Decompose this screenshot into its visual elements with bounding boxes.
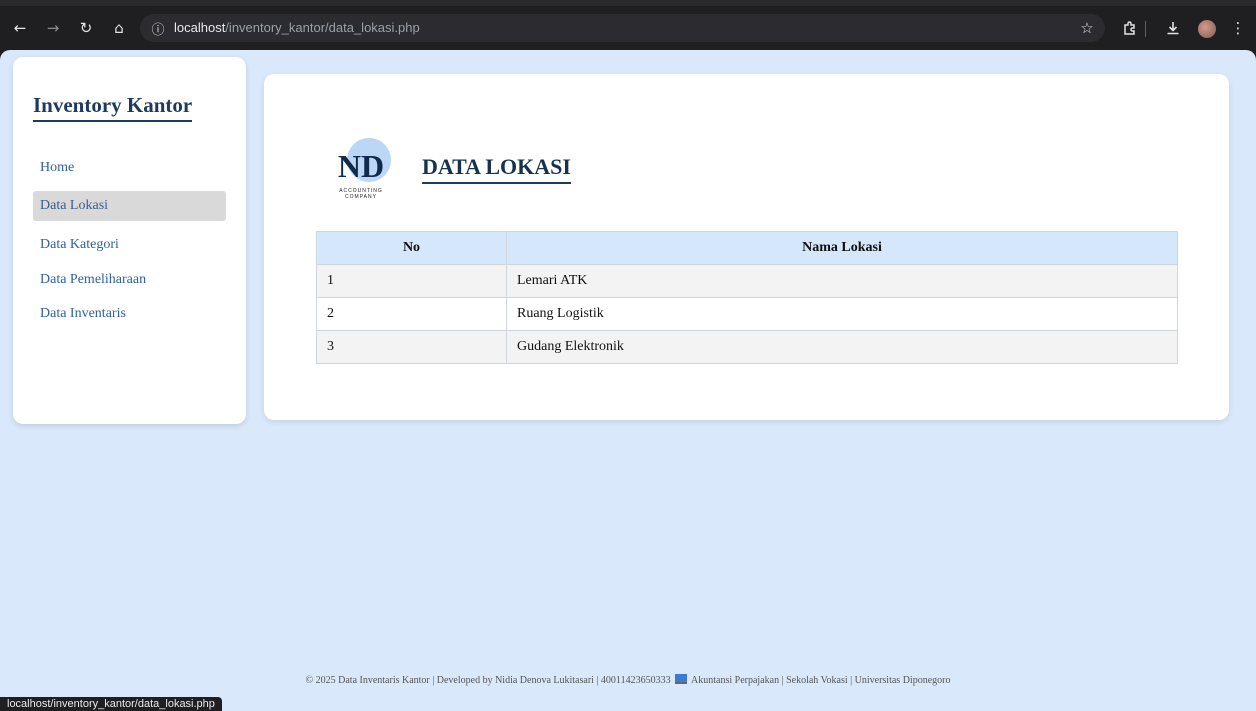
sidebar-brand: Inventory Kantor [33, 93, 193, 122]
table-row: 1 Lemari ATK [316, 264, 1178, 298]
company-logo: ND ACCOUNTING COMPANY [338, 138, 391, 200]
back-icon[interactable]: ← [10, 18, 30, 38]
home-icon[interactable]: ⌂ [109, 18, 129, 38]
sidebar-item-data-kategori[interactable]: Data Kategori [33, 230, 226, 260]
menu-icon[interactable]: ⋮ [1228, 18, 1248, 38]
page-viewport: Inventory Kantor Home Data Lokasi Data K… [0, 50, 1256, 711]
table-cell-no: 3 [316, 330, 507, 364]
sidebar: Inventory Kantor Home Data Lokasi Data K… [13, 57, 246, 424]
page-title: DATA LOKASI [422, 154, 571, 184]
reload-icon[interactable]: ↻ [76, 18, 96, 38]
url-text[interactable]: localhost/inventory_kantor/data_lokasi.p… [174, 20, 420, 35]
location-table: No Nama Lokasi 1 Lemari ATK 2 Ruang Logi… [316, 231, 1178, 364]
sidebar-item-data-inventaris[interactable]: Data Inventaris [33, 299, 226, 329]
page-footer: © 2025 Data Inventaris Kantor | Develope… [0, 674, 1256, 686]
table-header-row: No Nama Lokasi [316, 231, 1178, 265]
table-cell-nama-lokasi: Gudang Elektronik [506, 330, 1178, 364]
table-cell-nama-lokasi: Lemari ATK [506, 264, 1178, 298]
sidebar-item-home[interactable]: Home [33, 153, 226, 183]
footer-text-right: Akuntansi Perpajakan | Sekolah Vokasi | … [691, 675, 951, 686]
main-card: ND ACCOUNTING COMPANY DATA LOKASI No Nam… [264, 74, 1229, 420]
logo-monogram: ND [338, 148, 384, 184]
forward-icon[interactable]: → [43, 18, 63, 38]
status-bar-url: localhost/inventory_kantor/data_lokasi.p… [0, 697, 222, 711]
table-cell-nama-lokasi: Ruang Logistik [506, 297, 1178, 331]
sidebar-item-data-lokasi[interactable]: Data Lokasi [33, 191, 226, 221]
extensions-icon[interactable] [1120, 18, 1140, 38]
profile-avatar[interactable] [1198, 20, 1216, 38]
column-header-nama-lokasi: Nama Lokasi [506, 231, 1178, 265]
logo-caption-2: COMPANY [345, 194, 377, 200]
toolbar-separator [1145, 21, 1146, 37]
column-header-no: No [316, 231, 507, 265]
download-icon[interactable] [1163, 18, 1183, 38]
laptop-icon [675, 674, 688, 684]
star-icon[interactable]: ☆ [1077, 18, 1097, 38]
table-cell-no: 1 [316, 264, 507, 298]
browser-toolbar: ← → ↻ ⌂ ⓘ localhost/inventory_kantor/dat… [0, 0, 1256, 50]
info-icon[interactable]: ⓘ [148, 18, 168, 38]
sidebar-item-data-pemeliharaan[interactable]: Data Pemeliharaan [33, 265, 226, 295]
footer-text-left: © 2025 Data Inventaris Kantor | Develope… [305, 675, 671, 686]
table-row: 2 Ruang Logistik [316, 297, 1178, 331]
table-cell-no: 2 [316, 297, 507, 331]
address-bar[interactable]: ⓘ localhost/inventory_kantor/data_lokasi… [140, 14, 1105, 42]
table-row: 3 Gudang Elektronik [316, 330, 1178, 364]
